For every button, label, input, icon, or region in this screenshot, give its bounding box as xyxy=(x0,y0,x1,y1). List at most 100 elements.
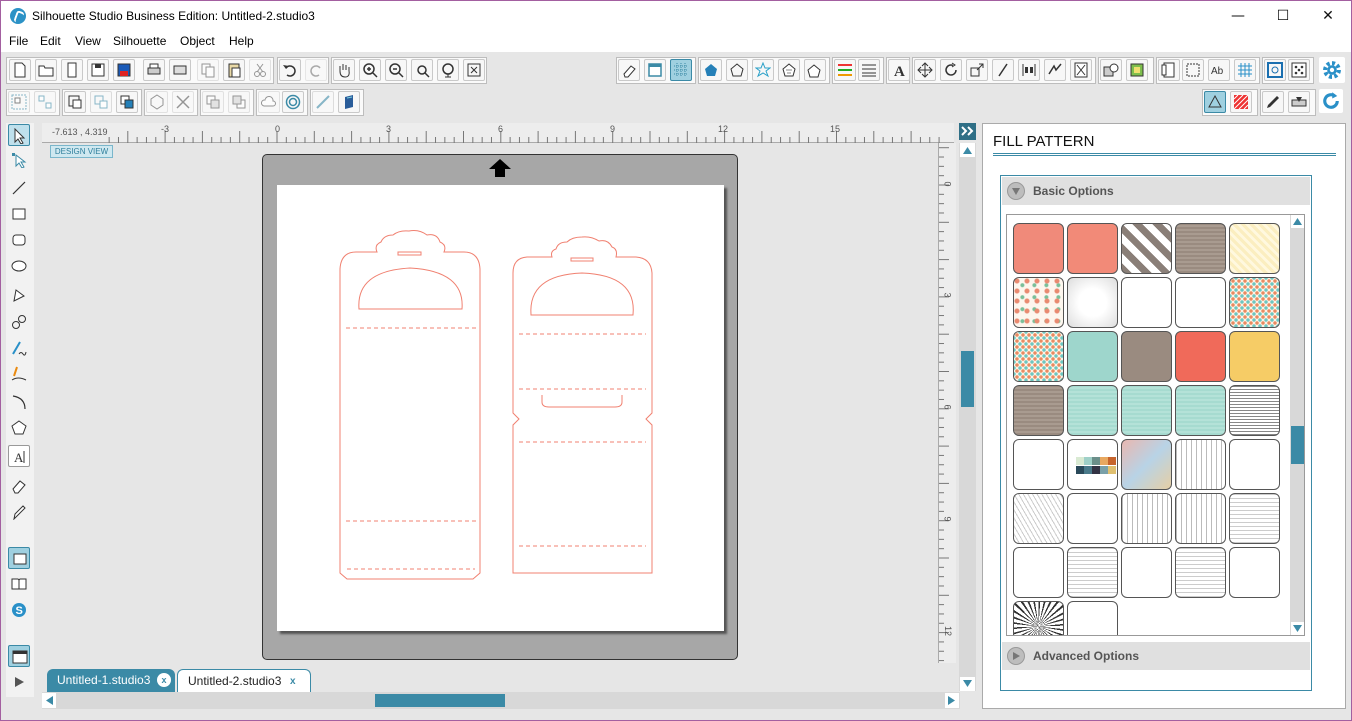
print-icon[interactable] xyxy=(143,59,165,81)
select-arrow-icon[interactable] xyxy=(8,124,30,146)
scale-icon[interactable] xyxy=(966,59,988,81)
design-shapes[interactable] xyxy=(277,185,724,631)
pattern-swatch-blueprint[interactable] xyxy=(1175,493,1226,544)
line-style-icon[interactable] xyxy=(858,59,880,81)
pattern-swatch-salmon[interactable] xyxy=(1013,223,1064,274)
new-document-icon[interactable] xyxy=(9,59,31,81)
pattern-swatch-blank[interactable] xyxy=(1229,547,1280,598)
pattern-swatch-teal-light[interactable] xyxy=(1067,385,1118,436)
make-compound-path-icon[interactable] xyxy=(64,91,86,113)
pattern-swatch-yellow[interactable] xyxy=(1229,331,1280,382)
text-to-path-icon[interactable]: Ab xyxy=(1208,59,1230,81)
swatch-scroll-down-icon[interactable] xyxy=(1291,622,1304,635)
advanced-options-header[interactable]: Advanced Options xyxy=(1002,642,1310,670)
offset-icon[interactable] xyxy=(1126,59,1148,81)
align-icon[interactable] xyxy=(1018,59,1040,81)
pattern-swatch-paper-white[interactable] xyxy=(1067,277,1118,328)
menu-view[interactable]: View xyxy=(75,34,101,48)
pattern-swatch-salmon-2[interactable] xyxy=(1067,223,1118,274)
save-to-library-icon[interactable] xyxy=(113,59,135,81)
zoom-selection-icon[interactable] xyxy=(411,59,433,81)
library-book-icon[interactable] xyxy=(8,573,30,595)
move-icon[interactable] xyxy=(914,59,936,81)
red-pattern-icon[interactable] xyxy=(1230,91,1252,113)
knife-tool-icon[interactable] xyxy=(8,501,30,523)
registration-marks-icon[interactable] xyxy=(1264,59,1286,81)
freehand-tool-icon[interactable] xyxy=(8,337,30,359)
pattern-swatch-blank[interactable] xyxy=(1013,547,1064,598)
canvas-horizontal-scrollbar[interactable] xyxy=(42,692,960,709)
rotate-icon[interactable] xyxy=(940,59,962,81)
swatch-scrollbar[interactable] xyxy=(1290,215,1304,635)
menu-edit[interactable]: Edit xyxy=(40,34,61,48)
menu-object[interactable]: Object xyxy=(180,34,215,48)
undo-icon[interactable] xyxy=(279,59,301,81)
scroll-right-arrow-icon[interactable] xyxy=(945,693,959,708)
pattern-swatch-document[interactable] xyxy=(1229,493,1280,544)
arc-tool-icon[interactable] xyxy=(8,391,30,413)
fill-pattern-icon[interactable] xyxy=(778,59,800,81)
send-backward-icon[interactable] xyxy=(202,91,224,113)
pattern-swatch-coral[interactable] xyxy=(1175,331,1226,382)
pattern-swatch-blank[interactable] xyxy=(1121,547,1172,598)
duplicate-icon[interactable] xyxy=(146,91,168,113)
shear-icon[interactable] xyxy=(992,59,1014,81)
scroll-down-arrow-icon[interactable] xyxy=(960,677,975,691)
pattern-swatch-teal[interactable] xyxy=(1067,331,1118,382)
sketch-book-icon[interactable] xyxy=(338,91,360,113)
delete-x-icon[interactable] xyxy=(172,91,194,113)
text-style-icon[interactable]: A xyxy=(888,59,910,81)
line-tool-icon[interactable] xyxy=(8,177,30,199)
pattern-swatch-newsprint[interactable] xyxy=(1229,385,1280,436)
tab-untitled-2[interactable]: Untitled-2.studio3 x xyxy=(177,669,311,692)
pattern-swatch-cream-stripe[interactable] xyxy=(1229,223,1280,274)
pattern-swatch-taupe-stripe[interactable] xyxy=(1175,223,1226,274)
pattern-swatch-sketch[interactable] xyxy=(1013,493,1064,544)
menu-file[interactable]: File xyxy=(9,34,28,48)
line-color-icon[interactable] xyxy=(726,59,748,81)
swatch-scroll-thumb[interactable] xyxy=(1291,426,1304,464)
pattern-swatch-blank[interactable] xyxy=(1121,277,1172,328)
paste-icon[interactable] xyxy=(223,59,245,81)
library-icon[interactable] xyxy=(61,59,83,81)
play-arrow-icon[interactable] xyxy=(8,671,30,693)
pattern-swatch-taupe[interactable] xyxy=(1121,331,1172,382)
canvas-vertical-scrollbar[interactable] xyxy=(959,143,976,691)
line-color-stripes-icon[interactable] xyxy=(834,59,856,81)
pattern-swatch-blank[interactable] xyxy=(1067,493,1118,544)
menu-help[interactable]: Help xyxy=(229,34,254,48)
ungroup-icon[interactable] xyxy=(34,91,56,113)
scroll-left-arrow-icon[interactable] xyxy=(42,693,56,708)
close-button[interactable]: ✕ xyxy=(1305,1,1351,31)
window-layout-icon[interactable] xyxy=(8,645,30,667)
fit-to-page-icon[interactable] xyxy=(463,59,485,81)
sketch-pen-icon[interactable] xyxy=(1262,91,1284,113)
scroll-up-arrow-icon[interactable] xyxy=(960,143,975,157)
bring-to-front-icon[interactable] xyxy=(116,91,138,113)
maximize-button[interactable]: ☐ xyxy=(1260,1,1306,31)
pan-hand-icon[interactable] xyxy=(333,59,355,81)
trace-icon[interactable] xyxy=(1182,59,1204,81)
open-folder-icon[interactable] xyxy=(35,59,57,81)
polygon-tool-icon[interactable] xyxy=(8,285,30,307)
pattern-swatch-blank[interactable] xyxy=(1013,439,1064,490)
silhouette-store-icon[interactable]: S xyxy=(8,599,30,621)
weld-icon[interactable] xyxy=(1100,59,1122,81)
rectangle-tool-icon[interactable] xyxy=(8,203,30,225)
menu-silhouette[interactable]: Silhouette xyxy=(113,34,166,48)
pattern-swatch-blank[interactable] xyxy=(1067,601,1118,635)
minimize-button[interactable]: — xyxy=(1215,1,1261,31)
cut-scissors-icon[interactable] xyxy=(249,59,271,81)
basic-options-header[interactable]: Basic Options xyxy=(1002,177,1310,205)
panel-collapse-icon[interactable] xyxy=(959,123,976,140)
pattern-swatch-teal-light[interactable] xyxy=(1175,385,1226,436)
pattern-swatch-document[interactable] xyxy=(1067,547,1118,598)
pattern-swatch-polka-dots[interactable] xyxy=(1229,277,1280,328)
shadow-icon[interactable] xyxy=(804,59,826,81)
pattern-swatch-chevron-gray[interactable] xyxy=(1121,223,1172,274)
pattern-swatch-color-chips[interactable] xyxy=(1067,439,1118,490)
grid-icon[interactable] xyxy=(670,59,692,81)
zoom-in-icon[interactable] xyxy=(359,59,381,81)
pattern-swatch-taupe-stripe[interactable] xyxy=(1013,385,1064,436)
pattern-swatch-blank[interactable] xyxy=(1229,439,1280,490)
